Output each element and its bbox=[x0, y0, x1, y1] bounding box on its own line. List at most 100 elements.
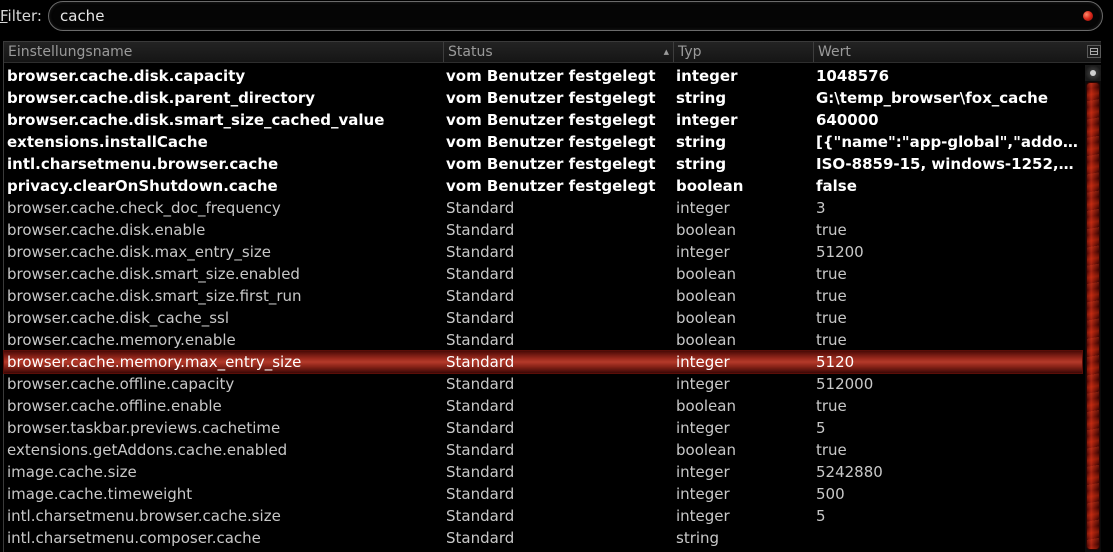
pref-name-cell: browser.cache.memory.max_entry_size bbox=[7, 353, 302, 371]
column-header-status-label: Status bbox=[448, 44, 493, 60]
pref-name-cell: intl.charsetmenu.composer.cache bbox=[7, 529, 261, 547]
pref-status-cell: vom Benutzer festgelegt bbox=[446, 67, 656, 85]
column-header-name[interactable]: Einstellungsname bbox=[4, 42, 444, 62]
preference-row[interactable]: intl.charsetmenu.browser.cache vom Benutz… bbox=[4, 153, 1082, 175]
pref-name-cell: browser.cache.disk_cache_ssl bbox=[7, 309, 230, 327]
pref-name-cell: browser.cache.disk.smart_size.enabled bbox=[7, 265, 300, 283]
pref-status-cell: Standard bbox=[446, 441, 515, 459]
pref-type-cell: string bbox=[676, 133, 727, 151]
pref-name-cell: extensions.installCache bbox=[7, 133, 208, 151]
column-header-value-label: Wert bbox=[818, 44, 851, 60]
pref-type-cell: string bbox=[676, 89, 727, 107]
pref-name-cell: image.cache.timeweight bbox=[7, 485, 193, 503]
pref-name-cell: browser.cache.check_doc_frequency bbox=[7, 199, 281, 217]
pref-status-cell: vom Benutzer festgelegt bbox=[446, 111, 656, 129]
pref-type-cell: boolean bbox=[676, 309, 736, 327]
preference-row[interactable]: browser.cache.offline.capacity Standard in… bbox=[4, 373, 1082, 395]
pref-type-cell: integer bbox=[676, 419, 730, 437]
preference-row[interactable]: browser.cache.disk.max_entry_size Standar… bbox=[4, 241, 1082, 263]
column-header-type-label: Typ bbox=[678, 44, 702, 60]
preference-rows: browser.cache.disk.capacity vom Benutzer … bbox=[4, 65, 1082, 549]
preference-row[interactable]: browser.cache.disk.smart_size.first_run S… bbox=[4, 285, 1082, 307]
pref-value-cell: G:\temp_browser\fox_cache bbox=[816, 89, 1049, 107]
pref-name-cell: browser.cache.disk.parent_directory bbox=[7, 89, 316, 107]
pref-status-cell: vom Benutzer festgelegt bbox=[446, 89, 656, 107]
pref-name-cell: browser.cache.disk.capacity bbox=[7, 67, 246, 85]
pref-value-cell: ISO-8859-15, windows-1252, IS… bbox=[816, 155, 1078, 173]
column-header-value[interactable]: Wert bbox=[814, 42, 1082, 62]
pref-type-cell: integer bbox=[676, 353, 730, 371]
filter-field[interactable] bbox=[48, 1, 1103, 31]
preference-row[interactable]: intl.charsetmenu.composer.cache Standard s… bbox=[4, 527, 1082, 549]
pref-value-cell: true bbox=[816, 265, 847, 283]
sort-ascending-icon: ▲ bbox=[663, 48, 669, 56]
preference-row[interactable]: intl.charsetmenu.browser.cache.size Stand… bbox=[4, 505, 1082, 527]
column-picker-icon[interactable] bbox=[1087, 45, 1101, 58]
vertical-scrollbar[interactable] bbox=[1085, 65, 1101, 552]
about-config-window: Filter: Einstellungsname Status ▲ Typ Wer… bbox=[0, 0, 1113, 552]
preference-row[interactable]: extensions.installCache vom Benutzer fest… bbox=[4, 131, 1082, 153]
pref-value-cell: true bbox=[816, 309, 847, 327]
pref-name-cell: browser.cache.offline.capacity bbox=[7, 375, 235, 393]
column-header-type[interactable]: Typ bbox=[674, 42, 814, 62]
pref-status-cell: Standard bbox=[446, 397, 515, 415]
pref-name-cell: browser.cache.disk.smart_size.first_run bbox=[7, 287, 302, 305]
clear-filter-icon[interactable] bbox=[1083, 11, 1093, 21]
filter-label: Filter: bbox=[0, 6, 42, 26]
pref-name-cell: browser.cache.memory.enable bbox=[7, 331, 236, 349]
preference-row[interactable]: extensions.getAddons.cache.enabled Standa… bbox=[4, 439, 1082, 461]
preference-row[interactable]: browser.cache.memory.enable Standard boole… bbox=[4, 329, 1082, 351]
preference-row[interactable]: browser.cache.disk.smart_size.enabled Sta… bbox=[4, 263, 1082, 285]
pref-value-cell: 51200 bbox=[816, 243, 864, 261]
pref-type-cell: integer bbox=[676, 485, 730, 503]
preference-row[interactable]: browser.cache.disk.parent_directory vom B… bbox=[4, 87, 1082, 109]
pref-status-cell: Standard bbox=[446, 287, 515, 305]
pref-value-cell: 512000 bbox=[816, 375, 874, 393]
pref-status-cell: Standard bbox=[446, 507, 515, 525]
pref-status-cell: Standard bbox=[446, 265, 515, 283]
preference-row[interactable]: image.cache.timeweight Standard integer 500 bbox=[4, 483, 1082, 505]
pref-status-cell: Standard bbox=[446, 331, 515, 349]
pref-type-cell: string bbox=[676, 155, 727, 173]
pref-status-cell: Standard bbox=[446, 199, 515, 217]
pref-status-cell: Standard bbox=[446, 463, 515, 481]
pref-value-cell: 640000 bbox=[816, 111, 879, 129]
preference-row[interactable]: privacy.clearOnShutdown.cache vom Benutze… bbox=[4, 175, 1082, 197]
preference-row[interactable]: browser.cache.offline.enable Standard bool… bbox=[4, 395, 1082, 417]
preference-row[interactable]: browser.taskbar.previews.cachetime Standa… bbox=[4, 417, 1082, 439]
scroll-up-icon[interactable] bbox=[1085, 65, 1101, 81]
pref-value-cell: true bbox=[816, 441, 847, 459]
pref-status-cell: Standard bbox=[446, 353, 515, 371]
preferences-tree[interactable]: Einstellungsname Status ▲ Typ Wert browse… bbox=[3, 41, 1101, 552]
column-header-status[interactable]: Status ▲ bbox=[444, 42, 674, 62]
preference-row[interactable]: browser.cache.check_doc_frequency Standar… bbox=[4, 197, 1082, 219]
pref-value-cell: true bbox=[816, 397, 847, 415]
pref-name-cell: privacy.clearOnShutdown.cache bbox=[7, 177, 278, 195]
preference-row[interactable]: browser.cache.disk.enable Standard boolean… bbox=[4, 219, 1082, 241]
pref-type-cell: integer bbox=[676, 199, 730, 217]
pref-type-cell: boolean bbox=[676, 287, 736, 305]
pref-value-cell: 1048576 bbox=[816, 67, 890, 85]
pref-value-cell: 3 bbox=[816, 199, 826, 217]
pref-value-cell: 500 bbox=[816, 485, 845, 503]
pref-value-cell: true bbox=[816, 331, 847, 349]
pref-type-cell: boolean bbox=[676, 177, 744, 195]
preference-row[interactable]: browser.cache.memory.max_entry_size Stand… bbox=[4, 351, 1082, 373]
preference-row[interactable]: browser.cache.disk.smart_size_cached_val… bbox=[4, 109, 1082, 131]
filter-input[interactable] bbox=[60, 5, 1070, 27]
filter-label-access-key: F bbox=[0, 7, 8, 25]
pref-value-cell: 5 bbox=[816, 507, 826, 525]
preference-row[interactable]: image.cache.size Standard integer 5242880 bbox=[4, 461, 1082, 483]
pref-type-cell: boolean bbox=[676, 441, 736, 459]
pref-value-cell: 5120 bbox=[816, 353, 855, 371]
pref-status-cell: Standard bbox=[446, 485, 515, 503]
pref-name-cell: browser.cache.offline.enable bbox=[7, 397, 222, 415]
pref-name-cell: browser.cache.disk.max_entry_size bbox=[7, 243, 271, 261]
pref-status-cell: vom Benutzer festgelegt bbox=[446, 177, 656, 195]
pref-status-cell: Standard bbox=[446, 375, 515, 393]
preference-row[interactable]: browser.cache.disk.capacity vom Benutzer … bbox=[4, 65, 1082, 87]
pref-type-cell: boolean bbox=[676, 397, 736, 415]
scroll-thumb[interactable] bbox=[1086, 82, 1100, 550]
pref-status-cell: vom Benutzer festgelegt bbox=[446, 133, 656, 151]
preference-row[interactable]: browser.cache.disk_cache_ssl Standard bool… bbox=[4, 307, 1082, 329]
